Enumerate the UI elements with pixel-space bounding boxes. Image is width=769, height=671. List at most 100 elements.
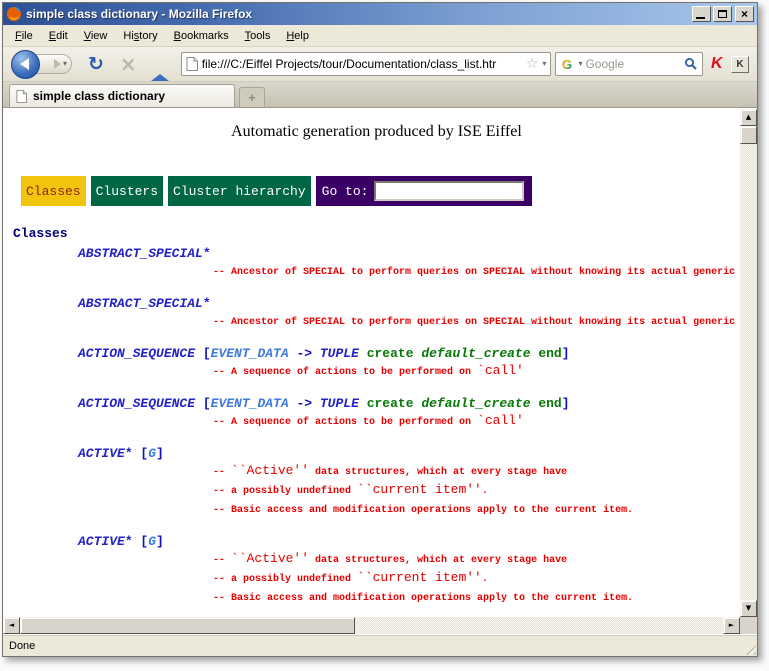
refresh-button[interactable]: ↻ bbox=[82, 53, 110, 75]
class-entry: ACTIVE* [G]-- ``Active'' data structures… bbox=[13, 446, 740, 519]
generic-param-link[interactable]: EVENT_DATA bbox=[211, 346, 289, 361]
class-comment-line: -- ``Active'' data structures, which at … bbox=[78, 462, 740, 481]
class-link[interactable]: ABSTRACT_SPECIAL bbox=[78, 296, 203, 311]
vertical-scroll-thumb[interactable] bbox=[740, 126, 757, 144]
title-bar: simple class dictionary - Mozilla Firefo… bbox=[3, 3, 757, 25]
bookmark-star-icon[interactable]: ☆ bbox=[526, 56, 539, 72]
search-engine-dropdown-icon[interactable]: ▾ bbox=[578, 60, 582, 68]
comment-token: -- Basic access and modification operati… bbox=[213, 505, 633, 516]
menu-bookmarks[interactable]: Bookmarks bbox=[166, 27, 237, 45]
vertical-scroll-track[interactable] bbox=[740, 144, 757, 600]
menu-help[interactable]: Help bbox=[278, 27, 317, 45]
class-name-line: ABSTRACT_SPECIAL* bbox=[78, 246, 740, 262]
keyboard-k-button[interactable]: K bbox=[731, 56, 749, 73]
menu-bar: FileEditViewHistoryBookmarksToolsHelp bbox=[3, 25, 757, 47]
class-entry: ACTION_SEQUENCE [EVENT_DATA -> TUPLE cre… bbox=[13, 396, 740, 431]
scroll-down-button[interactable]: ▼ bbox=[740, 600, 757, 617]
menu-view[interactable]: View bbox=[76, 27, 116, 45]
horizontal-scroll-track[interactable] bbox=[355, 617, 723, 634]
scroll-right-button[interactable]: ► bbox=[723, 617, 740, 634]
page-button-classes[interactable]: Classes bbox=[21, 176, 86, 206]
close-button[interactable]: × bbox=[735, 6, 754, 22]
class-entry: ACTION_SEQUENCE [EVENT_DATA -> TUPLE cre… bbox=[13, 346, 740, 381]
class-name-line: ACTION_SEQUENCE [EVENT_DATA -> TUPLE cre… bbox=[78, 396, 740, 412]
home-icon bbox=[151, 57, 169, 81]
content-area: Automatic generation produced by ISE Eif… bbox=[3, 108, 757, 634]
name-token: * bbox=[125, 446, 133, 461]
name-token: ] bbox=[156, 534, 164, 549]
page-button-clusters[interactable]: Clusters bbox=[91, 176, 163, 206]
google-logo-icon: G bbox=[560, 57, 575, 72]
class-comment-line: -- ``Active'' data structures, which at … bbox=[78, 550, 740, 569]
search-box[interactable]: G ▾ bbox=[555, 52, 703, 76]
search-input[interactable] bbox=[585, 57, 681, 71]
section-title: Classes bbox=[13, 226, 740, 242]
comment-token: -- bbox=[213, 467, 231, 478]
horizontal-scroll-thumb[interactable] bbox=[20, 617, 355, 634]
comment-token: -- a possibly undefined bbox=[213, 486, 357, 497]
class-link[interactable]: ACTION_SEQUENCE bbox=[78, 346, 195, 361]
name-token: [ bbox=[133, 446, 149, 461]
name-token: * bbox=[125, 534, 133, 549]
generic-param-link[interactable]: EVENT_DATA bbox=[211, 396, 289, 411]
horizontal-scrollbar: ◄ ► bbox=[3, 617, 740, 634]
name-token: ] bbox=[562, 346, 570, 361]
maximize-button[interactable] bbox=[713, 6, 732, 22]
menu-history[interactable]: History bbox=[115, 27, 165, 45]
new-tab-button[interactable]: + bbox=[239, 87, 265, 107]
comment-token: data structures, which at every stage ha… bbox=[309, 467, 567, 478]
class-link[interactable]: ACTIVE bbox=[78, 534, 125, 549]
class-entry: ACTIVE* [G]-- ``Active'' data structures… bbox=[13, 534, 740, 607]
url-dropdown-icon[interactable]: ▾ bbox=[542, 60, 546, 68]
search-magnifier-icon[interactable] bbox=[684, 57, 698, 71]
window-title: simple class dictionary - Mozilla Firefo… bbox=[26, 7, 690, 21]
url-input[interactable] bbox=[202, 57, 522, 71]
goto-input[interactable] bbox=[374, 181, 524, 201]
tab-simple-class-dictionary[interactable]: simple class dictionary bbox=[9, 84, 235, 107]
name-token: ] bbox=[562, 396, 570, 411]
comment-token: ``current item'' bbox=[357, 570, 482, 585]
class-comment-line: -- Basic access and modification operati… bbox=[78, 500, 740, 519]
minimize-button[interactable] bbox=[692, 6, 711, 22]
menu-file[interactable]: File bbox=[7, 27, 41, 45]
class-comment-line: -- Basic access and modification operati… bbox=[78, 588, 740, 607]
history-dropdown-icon[interactable]: ▾ bbox=[63, 60, 67, 68]
firefox-icon bbox=[6, 6, 22, 22]
comment-token: -- bbox=[213, 555, 231, 566]
comment-token: -- A sequence of actions to be performed… bbox=[213, 367, 477, 378]
home-button[interactable] bbox=[151, 57, 169, 72]
comment-token: -- Ancestor of SPECIAL to perform querie… bbox=[213, 317, 735, 328]
class-entry: ABSTRACT_SPECIAL*-- Ancestor of SPECIAL … bbox=[13, 246, 740, 281]
menu-edit[interactable]: Edit bbox=[41, 27, 76, 45]
class-link[interactable]: ABSTRACT_SPECIAL bbox=[78, 246, 203, 261]
generic-param-link[interactable]: G bbox=[148, 446, 156, 461]
comment-token: ``Active'' bbox=[231, 551, 309, 566]
class-comment-line: -- Ancestor of SPECIAL to perform querie… bbox=[78, 262, 740, 281]
class-link[interactable]: ACTIVE bbox=[78, 446, 125, 461]
comment-token: -- Basic access and modification operati… bbox=[213, 593, 633, 604]
url-bar[interactable]: ☆ ▾ bbox=[181, 52, 552, 76]
class-comment-line: -- a possibly undefined ``current item''… bbox=[78, 569, 740, 588]
vertical-scrollbar: ▲ ▼ bbox=[740, 109, 757, 617]
back-button[interactable] bbox=[11, 50, 40, 79]
name-token: create bbox=[359, 396, 421, 411]
page-button-cluster-hierarchy[interactable]: Cluster hierarchy bbox=[168, 176, 311, 206]
generic-param-link[interactable]: G bbox=[148, 534, 156, 549]
class-name-line: ACTION_SEQUENCE [EVENT_DATA -> TUPLE cre… bbox=[78, 346, 740, 362]
minimize-icon bbox=[696, 17, 705, 19]
name-token: end bbox=[531, 396, 562, 411]
kaspersky-icon[interactable]: K bbox=[706, 56, 728, 72]
class-link[interactable]: TUPLE bbox=[320, 396, 359, 411]
comment-token: `call' bbox=[477, 413, 524, 428]
stop-button[interactable]: × bbox=[114, 52, 143, 76]
scroll-up-button[interactable]: ▲ bbox=[740, 109, 757, 126]
comment-token: data structures, which at every stage ha… bbox=[309, 555, 567, 566]
class-link[interactable]: TUPLE bbox=[320, 346, 359, 361]
resize-grip[interactable] bbox=[742, 641, 756, 655]
scroll-left-button[interactable]: ◄ bbox=[3, 617, 20, 634]
status-bar: Done bbox=[3, 634, 757, 656]
class-link[interactable]: ACTION_SEQUENCE bbox=[78, 396, 195, 411]
menu-tools[interactable]: Tools bbox=[237, 27, 279, 45]
back-forward-group: ▾ bbox=[11, 50, 72, 79]
page-nav-buttons: ClassesClustersCluster hierarchy Go to: bbox=[21, 176, 740, 206]
